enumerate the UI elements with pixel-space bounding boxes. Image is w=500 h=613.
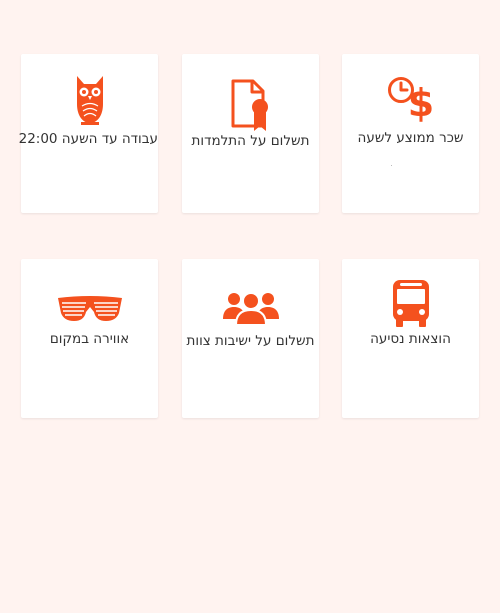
card-label: תשלום על התלמדות [191,133,310,149]
card-average-hourly-wage[interactable]: $ שכר ממוצע לשעה [342,54,479,213]
bus-icon [342,279,479,327]
card-work-until-22[interactable]: עבודה עד השעה 22:00 [18,54,158,213]
card-label: עבודה עד השעה 22:00 [18,131,158,147]
card-label: אווירה במקום [49,331,130,347]
shutter-glasses-icon [21,295,158,323]
card-travel-expenses[interactable]: הוצאות נסיעה [342,259,479,418]
svg-text:$: $ [407,81,433,122]
clock-dollar-icon: $ [342,76,479,122]
card-label: שכר ממוצע לשעה [357,130,464,146]
certificate-icon [182,78,319,132]
card-label: תשלום על ישיבות צוות [186,333,315,349]
card-apprenticeship-pay[interactable]: תשלום על התלמדות [182,54,319,213]
owl-icon [21,76,158,126]
card-label: הוצאות נסיעה [370,331,451,347]
divider-dot [391,165,392,166]
card-workplace-atmosphere[interactable]: אווירה במקום [21,259,158,418]
team-icon [182,291,319,325]
card-team-meetings-pay[interactable]: תשלום על ישיבות צוות [182,259,319,418]
